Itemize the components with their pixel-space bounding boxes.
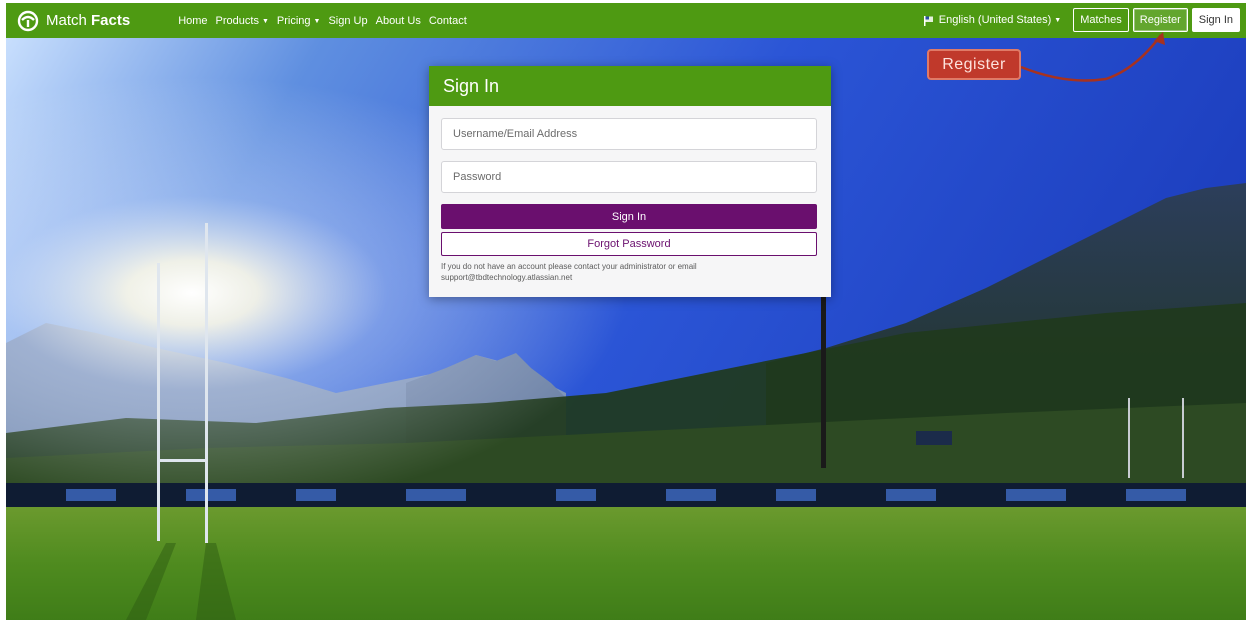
caret-down-icon: ▼ — [313, 17, 321, 25]
register-annotation-callout: Register — [927, 49, 1021, 80]
brand[interactable]: Match Facts — [16, 9, 130, 33]
register-button[interactable]: Register — [1132, 8, 1188, 32]
nav-link-products[interactable]: Products ▼ — [216, 15, 269, 27]
username-field[interactable] — [441, 118, 817, 150]
caret-down-icon: ▼ — [1054, 16, 1062, 24]
nav-links: Home Products ▼ Pricing ▼ Sign Up About Us… — [178, 15, 475, 27]
top-navbar: Match Facts Home Products ▼ Pricing ▼ Sign… — [6, 3, 1246, 38]
nav-link-signup[interactable]: Sign Up — [328, 15, 367, 27]
signin-form: Sign In Forgot Password If you do not ha… — [429, 106, 831, 283]
signin-submit-button[interactable]: Sign In — [441, 204, 817, 229]
brand-name: Match Facts — [46, 12, 131, 29]
signin-card: Sign In Sign In Forgot Password If you d… — [429, 66, 831, 297]
matchfacts-logo-icon — [17, 10, 39, 31]
nav-link-about[interactable]: About Us — [376, 15, 421, 27]
password-field[interactable] — [441, 161, 817, 193]
nav-link-pricing[interactable]: Pricing ▼ — [277, 15, 321, 27]
signin-card-title: Sign In — [429, 66, 831, 106]
signin-help-text: If you do not have an account please con… — [441, 262, 697, 282]
forgot-password-button[interactable]: Forgot Password — [441, 232, 817, 256]
nav-right: English (United States) ▼ Matches Regist… — [923, 8, 1240, 32]
nav-link-home[interactable]: Home — [178, 15, 207, 27]
flag-icon — [923, 15, 933, 26]
password-input[interactable] — [453, 162, 816, 192]
language-selector[interactable]: English (United States) ▼ — [923, 14, 1061, 26]
caret-down-icon: ▼ — [261, 17, 269, 25]
language-label: English (United States) — [938, 14, 1052, 26]
page-frame: Match Facts Home Products ▼ Pricing ▼ Sign… — [6, 3, 1246, 620]
signin-nav-button[interactable]: Sign In — [1191, 8, 1240, 32]
matches-button[interactable]: Matches — [1073, 8, 1129, 32]
username-input[interactable] — [453, 119, 816, 149]
nav-link-contact[interactable]: Contact — [429, 15, 467, 27]
